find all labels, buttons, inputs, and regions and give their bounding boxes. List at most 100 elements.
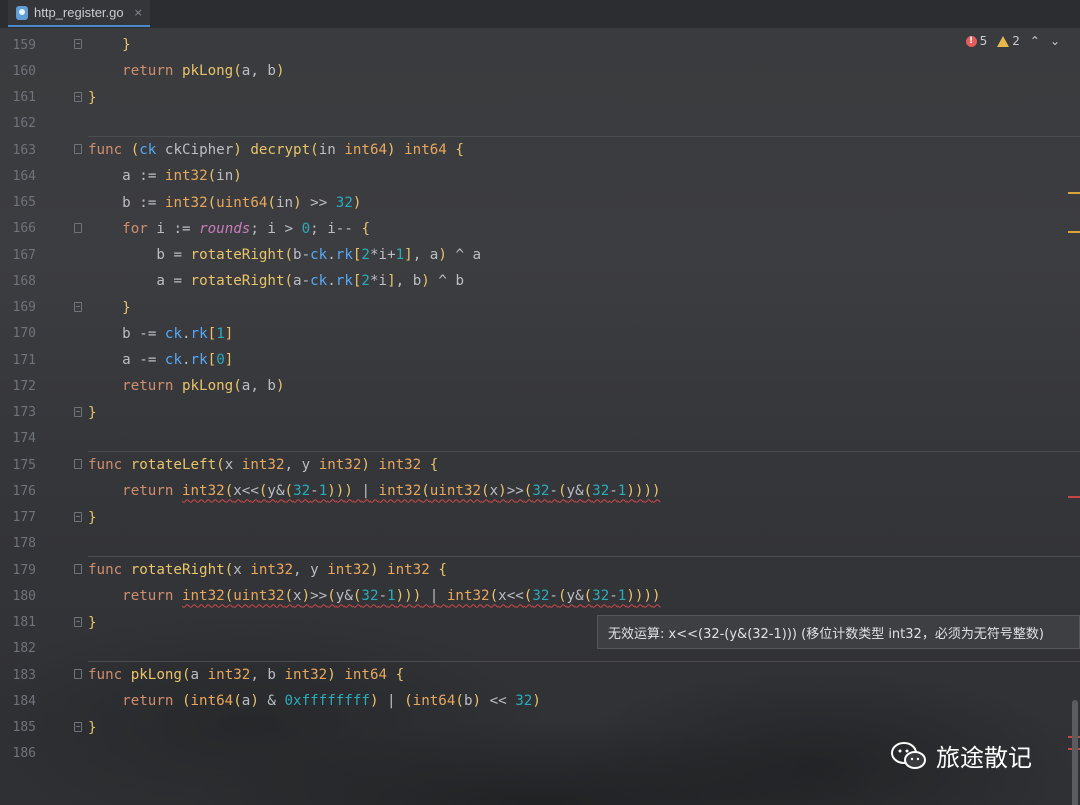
code-text: func rotateLeft(x int32, y int32) int32 … <box>88 457 439 473</box>
fold-marker-icon[interactable] <box>74 222 82 233</box>
fold-marker-icon[interactable] <box>74 616 82 627</box>
line-number: 164 <box>12 168 36 184</box>
line-number: 178 <box>12 536 36 552</box>
code-text: } <box>88 404 97 421</box>
fold-marker-icon[interactable] <box>74 721 82 732</box>
code-line[interactable]: 171 a -= ck.rk[0] <box>0 347 1080 373</box>
code-line[interactable]: 161} <box>0 85 1080 111</box>
fold-marker-icon[interactable] <box>74 301 82 312</box>
warning-count-badge[interactable]: 2 <box>997 34 1020 48</box>
go-file-icon <box>16 5 28 20</box>
watermark-text: 旅途散记 <box>936 744 1032 772</box>
error-marker[interactable] <box>1068 496 1080 498</box>
warning-marker[interactable] <box>1068 231 1080 233</box>
code-line[interactable]: 162 <box>0 111 1080 137</box>
code-text: for i := rounds; i > 0; i-- { <box>122 220 370 237</box>
vertical-scrollbar[interactable] <box>1072 700 1078 805</box>
line-number: 180 <box>12 588 36 604</box>
line-number: 181 <box>12 615 36 630</box>
code-text: a := int32(in) <box>122 168 242 185</box>
line-number: 168 <box>12 273 36 289</box>
error-tooltip: 无效运算: x<<(32-(y&(32-1))) (移位计数类型 int32，必… <box>597 615 1080 649</box>
code-text: func rotateRight(x int32, y int32) int32… <box>88 562 447 578</box>
code-line[interactable]: 170 b -= ck.rk[1] <box>0 321 1080 347</box>
line-number: 173 <box>12 405 36 420</box>
line-number: 177 <box>12 510 36 525</box>
line-number: 161 <box>12 90 36 105</box>
tab-label: http_register.go <box>34 5 124 20</box>
code-line[interactable]: 169 } <box>0 295 1080 321</box>
code-line[interactable]: 165 b := int32(uint64(in) >> 32) <box>0 190 1080 216</box>
wechat-icon <box>891 741 926 769</box>
fold-marker-icon[interactable] <box>74 144 82 154</box>
code-line[interactable]: 183 func pkLong(a int32, b int32) int64 { <box>0 662 1080 688</box>
code-line[interactable]: 184 return (int64(a) & 0xffffffff) | (in… <box>0 688 1080 714</box>
inspection-widget[interactable]: ! 5 2 ⌃ ⌄ <box>965 34 1060 48</box>
code-line[interactable]: 163 func (ck ckCipher) decrypt(in int64) … <box>0 137 1080 163</box>
code-line[interactable]: 173} <box>0 400 1080 426</box>
code-text: func (ck ckCipher) decrypt(in int64) int… <box>88 142 464 158</box>
line-number: 174 <box>12 431 36 447</box>
method-separator <box>88 451 1080 452</box>
code-text: b := int32(uint64(in) >> 32) <box>122 194 362 211</box>
code-line[interactable]: 166 for i := rounds; i > 0; i-- { <box>0 216 1080 242</box>
line-number: 159 <box>12 37 36 53</box>
code-line[interactable]: 160 return pkLong(a, b) <box>0 58 1080 84</box>
line-number: 179 <box>12 562 36 578</box>
code-line[interactable]: 172 return pkLong(a, b) <box>0 373 1080 399</box>
fold-marker-icon[interactable] <box>74 91 82 102</box>
fold-marker-icon[interactable] <box>74 511 82 522</box>
line-number: 183 <box>12 667 36 683</box>
line-number: 175 <box>12 457 36 473</box>
code-text: return (int64(a) & 0xffffffff) | (int64(… <box>122 693 541 710</box>
code-text: } <box>88 89 97 106</box>
fold-marker-icon[interactable] <box>74 406 82 417</box>
line-number: 160 <box>12 63 36 79</box>
previous-highlight-icon[interactable]: ⌃ <box>1030 34 1040 48</box>
line-number: 166 <box>12 221 36 237</box>
line-number: 172 <box>12 378 36 394</box>
code-text: return int32(x<<(y&(32-1))) | int32(uint… <box>122 483 661 500</box>
line-number: 162 <box>12 116 36 132</box>
code-line[interactable]: 159 } <box>0 32 1080 58</box>
fold-marker-icon[interactable] <box>74 459 82 469</box>
fold-marker-icon[interactable] <box>74 669 82 679</box>
code-text: } <box>88 509 97 526</box>
warning-icon <box>997 35 1010 47</box>
code-line[interactable]: 174 <box>0 426 1080 452</box>
code-line[interactable]: 178 <box>0 531 1080 557</box>
code-line[interactable]: 167 b = rotateRight(b-ck.rk[2*i+1], a) ^… <box>0 242 1080 268</box>
method-separator <box>88 661 1080 662</box>
method-separator <box>88 136 1080 137</box>
code-editor[interactable]: 159 } 160 return pkLong(a, b) 161} 162 163 fu… <box>0 28 1080 805</box>
code-line[interactable]: 168 a = rotateRight(a-ck.rk[2*i], b) ^ b <box>0 268 1080 294</box>
code-line[interactable]: 175 func rotateLeft(x int32, y int32) int… <box>0 452 1080 478</box>
error-icon: ! <box>965 35 977 47</box>
error-count-badge[interactable]: ! 5 <box>965 34 987 48</box>
close-icon[interactable]: × <box>134 6 143 19</box>
next-highlight-icon[interactable]: ⌄ <box>1050 34 1060 48</box>
line-number: 163 <box>12 142 36 158</box>
warning-marker[interactable] <box>1068 192 1080 194</box>
code-text: } <box>88 719 97 736</box>
code-line[interactable]: 185} <box>0 715 1080 741</box>
code-line[interactable]: 176 return int32(x<<(y&(32-1))) | int32(… <box>0 478 1080 504</box>
code-text: a = rotateRight(a-ck.rk[2*i], b) ^ b <box>156 273 464 290</box>
line-number: 186 <box>12 746 36 762</box>
code-line[interactable]: 164 a := int32(in) <box>0 163 1080 189</box>
code-line[interactable]: 177} <box>0 505 1080 531</box>
code-line[interactable]: 179 func rotateRight(x int32, y int32) in… <box>0 557 1080 583</box>
warning-count: 2 <box>1012 34 1020 48</box>
line-number: 169 <box>12 300 36 315</box>
tab-http-register[interactable]: http_register.go × <box>8 0 150 27</box>
fold-marker-icon[interactable] <box>74 564 82 574</box>
line-number: 182 <box>12 641 36 657</box>
line-number: 185 <box>12 720 36 735</box>
watermark: 旅途散记 <box>890 738 1032 773</box>
line-number: 184 <box>12 693 36 709</box>
fold-marker-icon[interactable] <box>74 39 82 49</box>
tooltip-text: 无效运算: x<<(32-(y&(32-1))) (移位计数类型 int32，必… <box>608 626 1044 642</box>
code-line[interactable]: 180 return int32(uint32(x)>>(y&(32-1))) … <box>0 583 1080 609</box>
line-number: 176 <box>12 483 36 499</box>
method-separator <box>88 556 1080 557</box>
